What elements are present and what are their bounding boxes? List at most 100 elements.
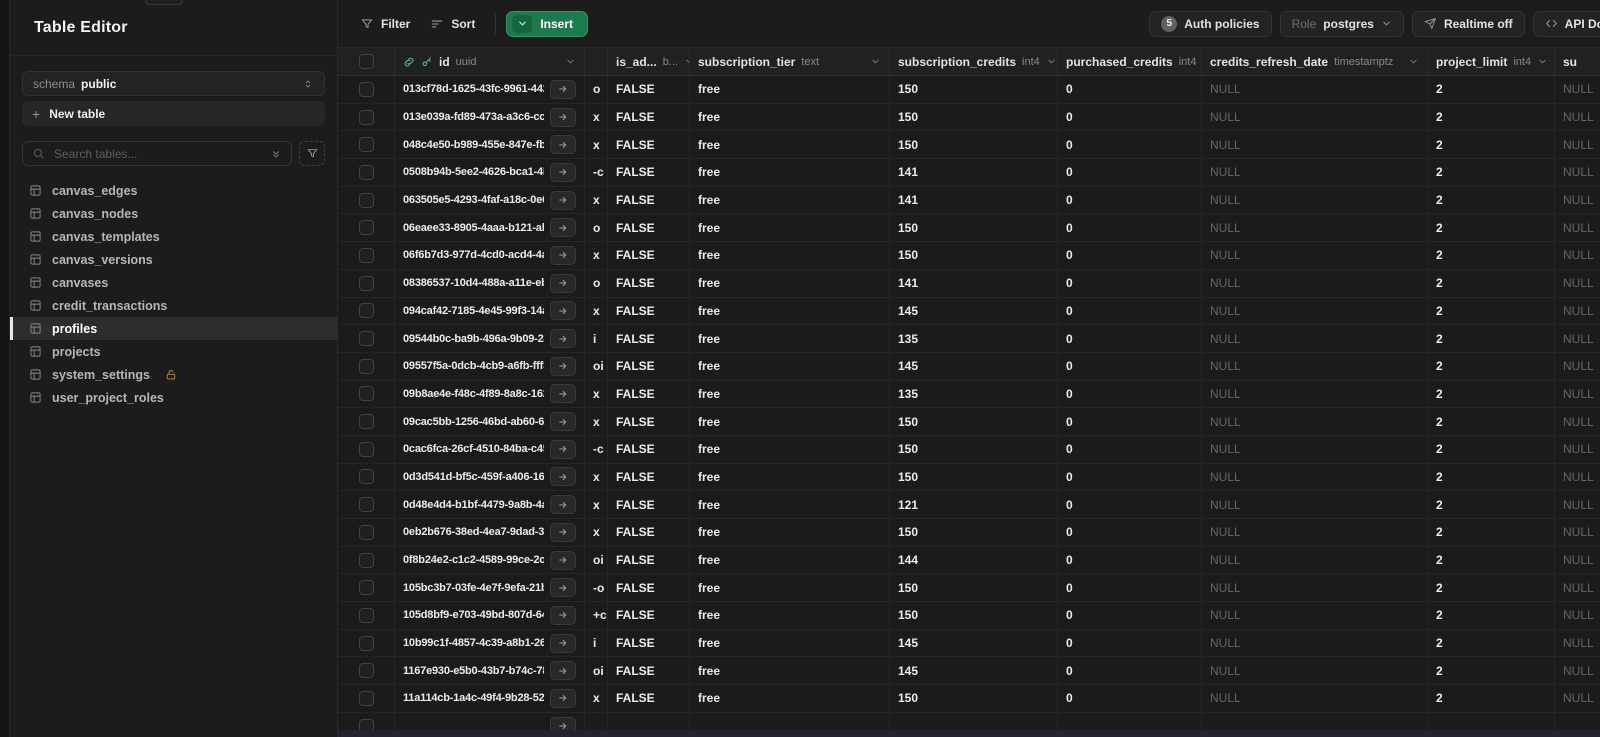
cell-credits_refresh_date[interactable]: NULL (1202, 186, 1428, 214)
cell-purchased_credits[interactable]: 0 (1058, 103, 1202, 131)
cell-id[interactable]: 0cac6fca-26cf-4510-84ba-c4580... (395, 435, 585, 463)
insert-button[interactable]: Insert (506, 10, 589, 37)
chevron-down-icon[interactable] (565, 56, 576, 67)
expand-row-button[interactable] (550, 605, 576, 625)
cell-subscription_credits[interactable]: 135 (890, 380, 1058, 408)
cell-last[interactable]: NULL (1555, 657, 1600, 684)
row-checkbox[interactable] (358, 469, 374, 485)
row-checkbox[interactable] (358, 164, 374, 180)
sidebar-item-canvases[interactable]: canvases (10, 271, 337, 294)
cell-clip[interactable]: x (585, 186, 608, 214)
expand-row-button[interactable] (550, 107, 576, 127)
cell-id[interactable]: 10b99c1f-4857-4c39-a8b1-263b8... (395, 629, 585, 657)
row-checkbox[interactable] (358, 358, 374, 374)
sidebar-filter-button[interactable] (299, 141, 325, 166)
cell-credits_refresh_date[interactable]: NULL (1202, 491, 1428, 518)
cell-subscription_credits[interactable]: 141 (890, 269, 1058, 297)
cell-project_limit[interactable]: 2 (1428, 131, 1555, 159)
cell-subscription_credits[interactable]: 150 (890, 103, 1058, 131)
sidebar-item-canvas_templates[interactable]: canvas_templates (10, 225, 337, 248)
search-tables-input[interactable] (52, 145, 263, 162)
cell-purchased_credits[interactable]: 0 (1058, 629, 1202, 657)
cell-purchased_credits[interactable]: 0 (1058, 657, 1202, 685)
row-checkbox[interactable] (358, 109, 374, 125)
cell-project_limit[interactable]: 2 (1428, 269, 1555, 297)
row-checkbox[interactable] (358, 414, 374, 430)
cell-credits_refresh_date[interactable]: NULL (1202, 131, 1428, 159)
cell-subscription_credits[interactable]: 150 (890, 574, 1058, 602)
cell-id[interactable]: 09cac5bb-1256-46bd-ab60-64ed... (395, 408, 585, 435)
cell-credits_refresh_date[interactable]: NULL (1202, 435, 1428, 463)
column-header-is_ad[interactable]: is_ad... b... (608, 48, 690, 75)
cell-last[interactable]: NULL (1555, 270, 1600, 297)
row-checkbox[interactable] (358, 635, 374, 651)
cell-clip[interactable]: x (585, 297, 608, 325)
cell-purchased_credits[interactable]: 0 (1058, 269, 1202, 297)
cell-is_admin[interactable]: FALSE (608, 103, 690, 131)
row-checkbox[interactable] (358, 441, 374, 457)
cell-last[interactable]: NULL (1555, 464, 1600, 491)
cell-purchased_credits[interactable]: 0 (1058, 242, 1202, 269)
cell-is_admin[interactable]: FALSE (608, 76, 690, 103)
cell-id[interactable]: 11a114cb-1a4c-49f4-9b28-52219ec... (395, 685, 585, 712)
expand-row-button[interactable] (550, 329, 576, 349)
cell-is_admin[interactable]: FALSE (608, 297, 690, 325)
chevron-down-icon[interactable] (1537, 56, 1548, 67)
cell-credits_refresh_date[interactable]: NULL (1202, 546, 1428, 574)
column-header-su[interactable]: su (1555, 48, 1600, 75)
cell-clip[interactable]: i (585, 325, 608, 352)
cell-last[interactable]: NULL (1555, 381, 1600, 408)
cell-subscription_credits[interactable]: 150 (890, 408, 1058, 435)
cell-tier[interactable]: free (690, 602, 890, 629)
cell-tier[interactable]: free (690, 629, 890, 657)
cell-clip[interactable]: x (585, 103, 608, 131)
cell-tier[interactable]: free (690, 352, 890, 380)
cell-purchased_credits[interactable]: 0 (1058, 131, 1202, 159)
cell-credits_refresh_date[interactable]: NULL (1202, 325, 1428, 352)
expand-row-button[interactable] (550, 661, 576, 681)
cell-subscription_credits[interactable]: 145 (890, 629, 1058, 657)
cell-tier[interactable]: free (690, 685, 890, 712)
expand-row-button[interactable] (550, 190, 576, 210)
expand-row-button[interactable] (550, 522, 576, 542)
cell-subscription_credits[interactable]: 145 (890, 297, 1058, 325)
row-checkbox[interactable] (358, 275, 374, 291)
expand-row-button[interactable] (550, 162, 576, 182)
cell-purchased_credits[interactable]: 0 (1058, 214, 1202, 242)
cell-purchased_credits[interactable]: 0 (1058, 546, 1202, 574)
cell-tier[interactable]: free (690, 435, 890, 463)
cell-project_limit[interactable]: 2 (1428, 519, 1555, 546)
cell-tier[interactable]: free (690, 186, 890, 214)
cell-last[interactable]: NULL (1555, 104, 1600, 131)
cell-credits_refresh_date[interactable]: NULL (1202, 103, 1428, 131)
expand-row-button[interactable] (550, 245, 576, 265)
cell-purchased_credits[interactable]: 0 (1058, 76, 1202, 103)
cell-project_limit[interactable]: 2 (1428, 352, 1555, 380)
cell-clip[interactable]: x (585, 131, 608, 159)
cell-purchased_credits[interactable]: 0 (1058, 380, 1202, 408)
cell-id[interactable]: 08386537-10d4-488a-a11e-eb5a6... (395, 269, 585, 297)
expand-row-button[interactable] (550, 384, 576, 404)
cell-subscription_credits[interactable]: 145 (890, 657, 1058, 685)
cell-clip[interactable]: -c (585, 159, 608, 186)
row-checkbox[interactable] (358, 81, 374, 97)
cell-project_limit[interactable]: 2 (1428, 491, 1555, 518)
cell-project_limit[interactable]: 2 (1428, 408, 1555, 435)
column-header-project_limit[interactable]: project_limit int4 (1428, 48, 1555, 75)
cell-project_limit[interactable]: 2 (1428, 103, 1555, 131)
cell-purchased_credits[interactable]: 0 (1058, 519, 1202, 546)
cell-credits_refresh_date[interactable]: NULL (1202, 602, 1428, 629)
expand-row-button[interactable] (550, 439, 576, 459)
sidebar-item-user_project_roles[interactable]: user_project_roles (10, 386, 337, 409)
row-checkbox[interactable] (358, 663, 374, 679)
cell-id[interactable]: 013e039a-fd89-473a-a3c6-ccfa9... (395, 103, 585, 131)
cell-clip[interactable]: -o (585, 574, 608, 602)
new-table-button[interactable]: + New table (22, 101, 325, 126)
select-all-checkbox[interactable] (358, 54, 374, 69)
cell-subscription_credits[interactable]: 135 (890, 325, 1058, 352)
cell-project_limit[interactable]: 2 (1428, 685, 1555, 712)
cell-id[interactable]: 06f6b7d3-977d-4cd0-acd4-4a78... (395, 242, 585, 269)
cell-last[interactable]: NULL (1555, 242, 1600, 269)
cell-tier[interactable]: free (690, 269, 890, 297)
cell-id[interactable]: 0f8b24e2-c1c2-4589-99ce-2c52d... (395, 546, 585, 574)
